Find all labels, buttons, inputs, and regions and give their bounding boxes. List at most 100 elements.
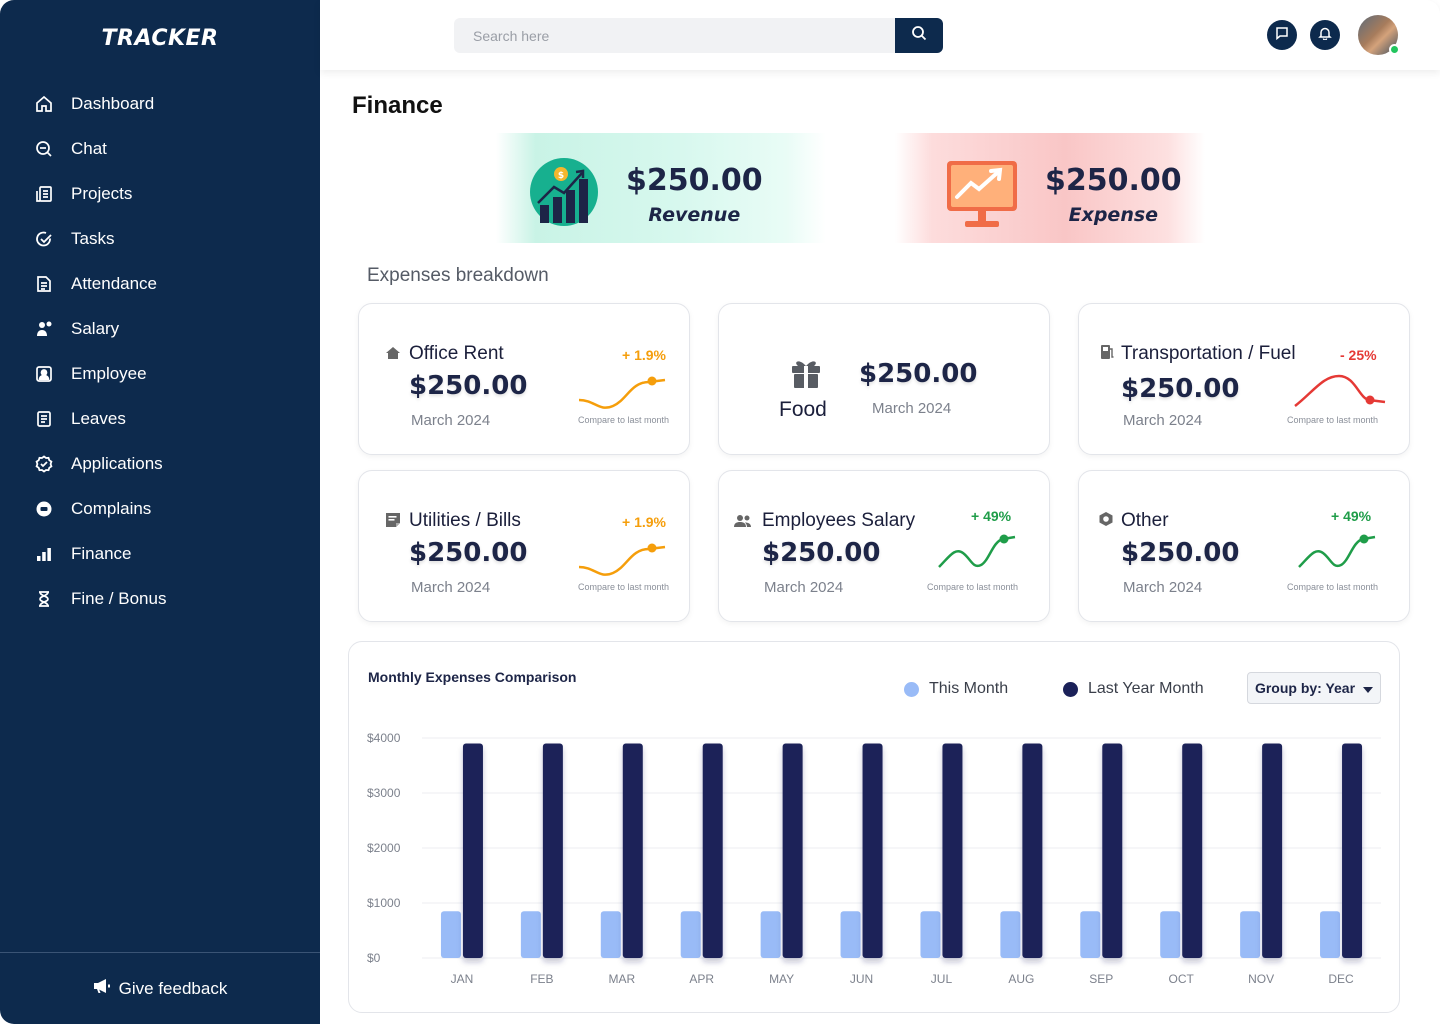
- card-date: March 2024: [411, 579, 491, 596]
- compare-label: Compare to last month: [927, 582, 1019, 592]
- user-avatar[interactable]: [1358, 15, 1400, 55]
- search-bar: [454, 18, 943, 53]
- search-input[interactable]: [454, 18, 895, 53]
- breakdown-title: Expenses breakdown: [367, 265, 549, 286]
- give-feedback-button[interactable]: Give feedback: [0, 978, 320, 999]
- y-tick-label: $4000: [367, 731, 401, 745]
- expense-card-transportation[interactable]: Transportation / Fuel $250.00 March 2024…: [1078, 303, 1410, 455]
- change-percent: - 25%: [1340, 347, 1377, 363]
- bar-this-month: [520, 911, 541, 958]
- change-percent: + 49%: [1331, 508, 1372, 524]
- card-date: March 2024: [1123, 579, 1203, 596]
- sidebar-item-leaves[interactable]: Leaves: [0, 396, 320, 441]
- bar-last-year-month: [862, 743, 883, 958]
- search-button[interactable]: [895, 18, 943, 53]
- hourglass-icon: [34, 589, 54, 609]
- expense-card-food[interactable]: Food $250.00 March 2024: [718, 303, 1050, 455]
- bar-this-month: [1240, 911, 1261, 958]
- salary-icon: [34, 319, 54, 339]
- expense-amount: $250.00: [1045, 163, 1182, 198]
- sidebar-item-finance[interactable]: Finance: [0, 531, 320, 576]
- card-date: March 2024: [872, 400, 952, 417]
- tasks-icon: [34, 229, 54, 249]
- projects-icon: [34, 184, 54, 204]
- sidebar-item-label: Leaves: [71, 408, 126, 428]
- sidebar-item-tasks[interactable]: Tasks: [0, 216, 320, 261]
- bar-this-month: [1080, 911, 1101, 958]
- sidebar-item-label: Chat: [71, 138, 107, 158]
- x-tick-label: APR: [689, 972, 714, 986]
- card-title: Other: [1121, 510, 1169, 531]
- bar-chart: $0 $1000 $2000 $3000 $4000 JAN FEB MAR APR MAY JUN…: [367, 731, 1381, 986]
- card-amount: $250.00: [409, 538, 528, 568]
- y-tick-label: $2000: [367, 841, 401, 855]
- revenue-amount: $250.00: [626, 163, 763, 198]
- sidebar-item-fine-bonus[interactable]: Fine / Bonus: [0, 576, 320, 621]
- x-tick-label: JAN: [451, 972, 474, 986]
- sidebar-item-complains[interactable]: Complains: [0, 486, 320, 531]
- expense-card-office-rent[interactable]: Office Rent $250.00 March 2024 + 1.9% Co…: [358, 303, 690, 455]
- page-title: Finance: [352, 92, 443, 119]
- chat-icon: [34, 139, 54, 159]
- x-tick-label: JUN: [850, 972, 873, 986]
- legend-swatch: [1063, 681, 1078, 697]
- trend-sparkline: [938, 534, 1016, 568]
- house-icon: [385, 345, 401, 361]
- sidebar-item-label: Salary: [71, 318, 120, 338]
- bar-this-month: [1320, 911, 1341, 958]
- card-date: March 2024: [411, 412, 491, 429]
- bar-last-year-month: [1262, 743, 1283, 958]
- monthly-expenses-panel: $0 $1000 $2000 $3000 $4000 JAN FEB MAR APR MAY JUN…: [348, 641, 1400, 1013]
- revenue-card: $ $250.00 Revenue: [496, 133, 826, 243]
- bar-this-month: [440, 911, 461, 958]
- svg-text:$: $: [558, 171, 564, 181]
- change-percent: + 1.9%: [622, 347, 666, 363]
- bar-this-month: [920, 911, 941, 958]
- sidebar-item-projects[interactable]: Projects: [0, 171, 320, 216]
- search-icon: [911, 25, 927, 46]
- x-tick-label: MAY: [769, 972, 794, 986]
- finance-icon: [34, 544, 54, 564]
- sidebar-item-label: Employee: [71, 363, 147, 383]
- sidebar-nav: Dashboard Chat Projects Tasks Attendance…: [0, 81, 320, 621]
- card-amount: $250.00: [762, 538, 881, 568]
- card-amount: $250.00: [1121, 374, 1240, 404]
- bar-this-month: [680, 911, 701, 958]
- compare-label: Compare to last month: [1287, 415, 1379, 425]
- x-tick-label: MAR: [608, 972, 635, 986]
- notifications-button[interactable]: [1310, 20, 1340, 50]
- home-icon: [34, 94, 54, 114]
- compare-label: Compare to last month: [578, 582, 670, 592]
- top-bar: [320, 0, 1440, 70]
- card-title: Utilities / Bills: [409, 510, 521, 531]
- expense-chart-icon: [945, 159, 1019, 236]
- bar-this-month: [840, 911, 861, 958]
- bill-icon: [385, 512, 401, 528]
- megaphone-icon: [93, 978, 111, 999]
- x-tick-label: JUL: [931, 972, 953, 986]
- compare-label: Compare to last month: [578, 415, 670, 425]
- sidebar-item-dashboard[interactable]: Dashboard: [0, 81, 320, 126]
- employee-icon: [34, 364, 54, 384]
- card-title: Office Rent: [409, 343, 504, 364]
- group-by-dropdown[interactable]: Group by: Year: [1247, 672, 1381, 704]
- sidebar-item-employee[interactable]: Employee: [0, 351, 320, 396]
- bar-last-year-month: [462, 743, 483, 958]
- sidebar-item-attendance[interactable]: Attendance: [0, 261, 320, 306]
- bar-this-month: [600, 911, 621, 958]
- sidebar-item-chat[interactable]: Chat: [0, 126, 320, 171]
- sidebar-item-salary[interactable]: Salary: [0, 306, 320, 351]
- expense-card-employees-salary[interactable]: Employees Salary $250.00 March 2024 + 49…: [718, 470, 1050, 622]
- card-amount: $250.00: [859, 359, 978, 389]
- sidebar-item-label: Attendance: [71, 273, 158, 293]
- expense-card-utilities[interactable]: Utilities / Bills $250.00 March 2024 + 1…: [358, 470, 690, 622]
- change-percent: + 49%: [971, 508, 1012, 524]
- card-amount: $250.00: [1121, 538, 1240, 568]
- sidebar-item-applications[interactable]: Applications: [0, 441, 320, 486]
- expense-label: Expense: [1068, 204, 1159, 226]
- y-tick-label: $0: [367, 951, 381, 965]
- x-tick-label: AUG: [1008, 972, 1034, 986]
- online-status-dot: [1389, 44, 1400, 55]
- messages-button[interactable]: [1267, 20, 1297, 50]
- expense-card-other[interactable]: Other $250.00 March 2024 + 49% Compare t…: [1078, 470, 1410, 622]
